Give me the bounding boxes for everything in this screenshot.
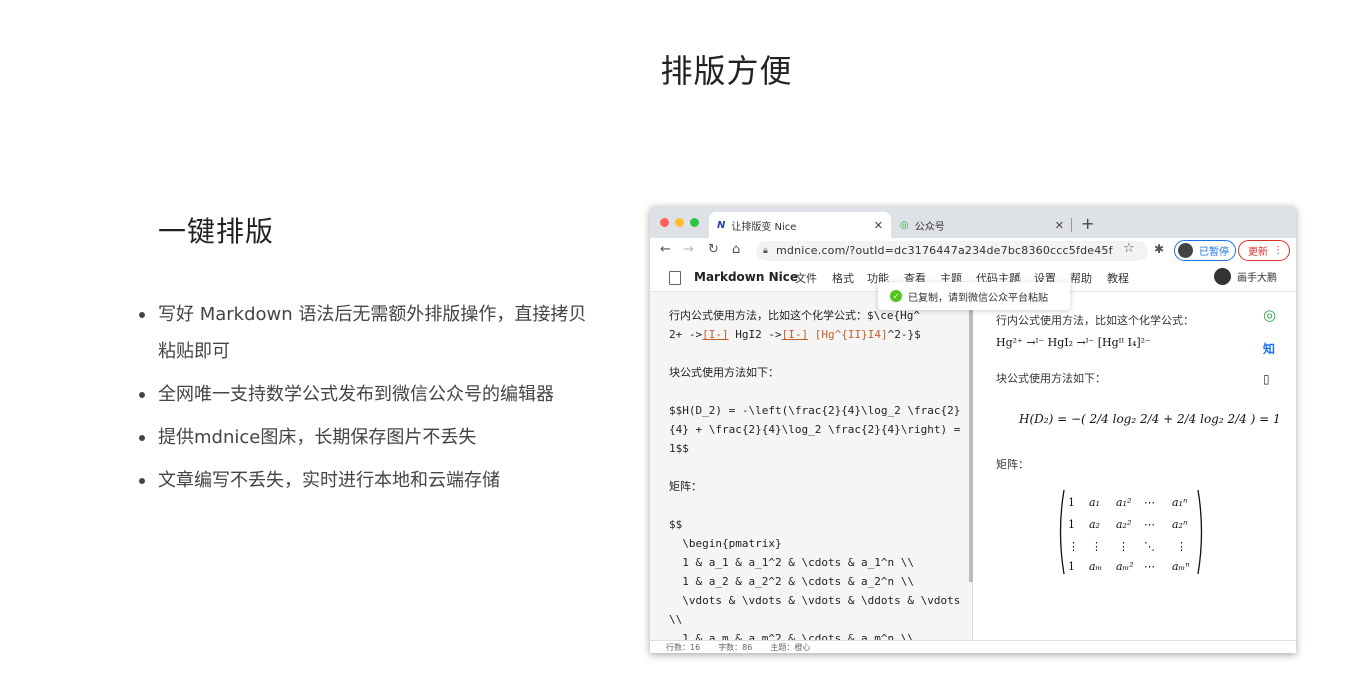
markdown-editor[interactable]: 行内公式使用方法，比如这个化学公式：$\ce{Hg^ 2+ ->[I-] HgI… xyxy=(650,292,973,640)
maximize-window-button[interactable] xyxy=(690,218,699,227)
mdnice-favicon-icon: N xyxy=(717,219,726,231)
svg-text:1: 1 xyxy=(1068,560,1075,573)
toast-message: 已复制，请到微信公众平台粘贴 xyxy=(908,292,1048,304)
editor-content: 行内公式使用方法，比如这个化学公式：$\ce{Hg^ 2+ ->[I-] HgI… xyxy=(650,292,972,640)
editor-highlight: [I-] xyxy=(781,328,809,341)
editor-text: 2+ -> xyxy=(669,328,703,341)
editor-scrollbar[interactable] xyxy=(969,292,973,582)
svg-text:a₂ⁿ: a₂ⁿ xyxy=(1172,518,1187,531)
tab-mdnice[interactable]: N 让排版变 Nice ✕ xyxy=(709,212,891,238)
wechat-favicon-icon: ◎ xyxy=(900,219,909,231)
window-controls xyxy=(660,218,699,227)
page-title: 排版方便 xyxy=(660,52,793,90)
svg-text:a₁ⁿ: a₁ⁿ xyxy=(1172,496,1187,509)
svg-text:⋯: ⋯ xyxy=(1144,518,1155,531)
menu-item-format[interactable]: 格式 xyxy=(832,270,854,286)
update-button[interactable]: 更新 ⋮ xyxy=(1238,240,1290,261)
forward-icon[interactable]: → xyxy=(683,242,694,257)
feature-bullet: 全网唯一支持数学公式发布到微信公众号的编辑器 xyxy=(137,376,587,413)
hand-cursor-icon: ☝︎ xyxy=(1014,270,1022,284)
svg-text:aₘ²: aₘ² xyxy=(1116,560,1134,573)
home-icon[interactable]: ⌂ xyxy=(732,242,740,257)
zhihu-icon[interactable]: 知 xyxy=(1263,340,1275,357)
svg-text:a₂²: a₂² xyxy=(1116,518,1131,531)
feature-heading: 一键排版 xyxy=(158,215,275,248)
tab-wechat[interactable]: ◎ 公众号 ✕ xyxy=(892,212,1072,238)
svg-text:⋮: ⋮ xyxy=(1118,540,1129,553)
svg-text:a₂: a₂ xyxy=(1089,518,1100,531)
lock-icon: 🔒︎ xyxy=(763,246,768,256)
minimize-window-button[interactable] xyxy=(675,218,684,227)
editor-highlight: [I-] xyxy=(702,328,729,341)
url-input[interactable]: 🔒︎ mdnice.com/?outId=dc3176447a234de7bc8… xyxy=(756,241,1148,261)
menu-item-tutorial[interactable]: 教程 xyxy=(1107,270,1129,286)
feature-list: 写好 Markdown 语法后无需额外排版操作，直接拷贝粘贴即可 全网唯一支持数… xyxy=(137,296,587,499)
copy-success-toast: ✓ 已复制，请到微信公众平台粘贴 xyxy=(878,282,1070,310)
feature-bullet: 写好 Markdown 语法后无需额外排版操作，直接拷贝粘贴即可 xyxy=(137,296,587,370)
editor-line: 行内公式使用方法，比如这个化学公式：$\ce{Hg^ xyxy=(669,309,920,322)
svg-text:a₁: a₁ xyxy=(1089,496,1100,509)
browser-tabbar: N 让排版变 Nice ✕ ◎ 公众号 ✕ + xyxy=(650,206,1296,238)
avatar xyxy=(1178,243,1193,258)
word-count: 字数：86 xyxy=(718,642,753,652)
status-bar: 行数：16 字数：86 主题：橙心 xyxy=(650,640,1296,653)
browser-screenshot: N 让排版变 Nice ✕ ◎ 公众号 ✕ + ← → ↻ ⌂ 🔒︎ mdnic… xyxy=(650,206,1296,653)
close-icon[interactable]: ✕ xyxy=(874,219,883,232)
editor-text: HgI2 -> xyxy=(728,328,782,341)
preview-paragraph: 行内公式使用方法，比如这个化学公式： xyxy=(996,314,1194,327)
svg-text:⋮: ⋮ xyxy=(1176,540,1187,553)
svg-text:1: 1 xyxy=(1068,496,1075,509)
editor-body: 块公式使用方法如下： $$H(D_2) = -\left(\frac{2}{4}… xyxy=(669,366,961,640)
reload-icon[interactable]: ↻ xyxy=(708,242,719,257)
editor-text: ^2-}$ xyxy=(887,328,921,341)
svg-text:⋯: ⋯ xyxy=(1144,560,1155,573)
wechat-preview: 行内公式使用方法，比如这个化学公式： Hg²⁺ →ᴵ⁻ HgI₂ →ᴵ⁻ [Hg… xyxy=(974,292,1296,640)
svg-text:⋮: ⋮ xyxy=(1091,540,1102,553)
feature-bullet: 提供mdnice图床，长期保存图片不丢失 xyxy=(137,419,587,456)
close-window-button[interactable] xyxy=(660,218,669,227)
close-icon[interactable]: ✕ xyxy=(1055,219,1064,232)
preview-paragraph: 矩阵： xyxy=(996,458,1029,471)
svg-text:⋮: ⋮ xyxy=(1068,540,1079,553)
svg-text:1: 1 xyxy=(1068,518,1075,531)
profile-paused-button[interactable]: 已暂停 xyxy=(1174,240,1236,261)
preview-chem-formula: Hg²⁺ →ᴵ⁻ HgI₂ →ᴵ⁻ [Hgᴵᴵ I₄]²⁻ xyxy=(996,336,1151,349)
wechat-icon[interactable]: ◎ xyxy=(1263,306,1276,324)
tab-label: 公众号 xyxy=(914,221,945,233)
user-menu[interactable]: 画手大鹏 xyxy=(1214,268,1277,285)
update-label: 更新 xyxy=(1248,247,1268,258)
menu-item-help[interactable]: 帮助 xyxy=(1070,270,1092,286)
extensions-icon[interactable]: ✱ xyxy=(1154,242,1164,256)
check-circle-icon: ✓ xyxy=(890,290,902,302)
editor-highlight: [Hg^{II}I4] xyxy=(808,328,888,341)
feature-section: 一键排版 写好 Markdown 语法后无需额外排版操作，直接拷贝粘贴即可 全网… xyxy=(137,210,587,505)
svg-text:⋱: ⋱ xyxy=(1144,540,1155,553)
preview-entropy-formula: H(D₂) = −( 2/4 log₂ 2/4 + 2/4 log₂ 2/4 )… xyxy=(1019,412,1281,426)
menu-item-file[interactable]: 文件 xyxy=(795,270,817,286)
svg-text:aₘⁿ: aₘⁿ xyxy=(1172,560,1190,573)
tab-label: 让排版变 Nice xyxy=(731,221,797,233)
bookmark-star-icon[interactable]: ☆ xyxy=(1123,241,1135,256)
app-logo-icon xyxy=(669,271,681,285)
svg-text:⋯: ⋯ xyxy=(1144,496,1155,509)
new-tab-icon[interactable]: + xyxy=(1081,214,1094,233)
line-count: 行数：16 xyxy=(666,642,701,652)
svg-text:aₘ: aₘ xyxy=(1089,560,1102,573)
feature-bullet: 文章编写不丢失，实时进行本地和云端存储 xyxy=(137,462,587,499)
app-name: Markdown Nice xyxy=(694,270,798,284)
user-name: 画手大鹏 xyxy=(1237,273,1277,284)
tab-separator xyxy=(1071,218,1072,232)
address-bar: ← → ↻ ⌂ 🔒︎ mdnice.com/?outId=dc3176447a2… xyxy=(650,238,1296,264)
url-text: mdnice.com/?outId=dc3176447a234de7bc8360… xyxy=(776,244,1113,257)
avatar xyxy=(1214,268,1231,285)
svg-text:a₁²: a₁² xyxy=(1116,496,1131,509)
phone-icon[interactable]: ▯ xyxy=(1263,372,1270,386)
preview-matrix: 1 a₁ a₁² ⋯ a₁ⁿ 1 a₂ a₂² ⋯ a₂ⁿ ⋮ ⋮ ⋮ ⋱ ⋮ 1 aₘ aₘ² ⋯ aₘⁿ xyxy=(1059,489,1203,575)
back-icon[interactable]: ← xyxy=(660,242,671,257)
kebab-menu-icon: ⋮ xyxy=(1273,245,1283,256)
paused-label: 已暂停 xyxy=(1199,247,1229,258)
preview-paragraph: 块公式使用方法如下： xyxy=(996,372,1106,385)
current-theme: 主题：橙心 xyxy=(770,642,811,652)
